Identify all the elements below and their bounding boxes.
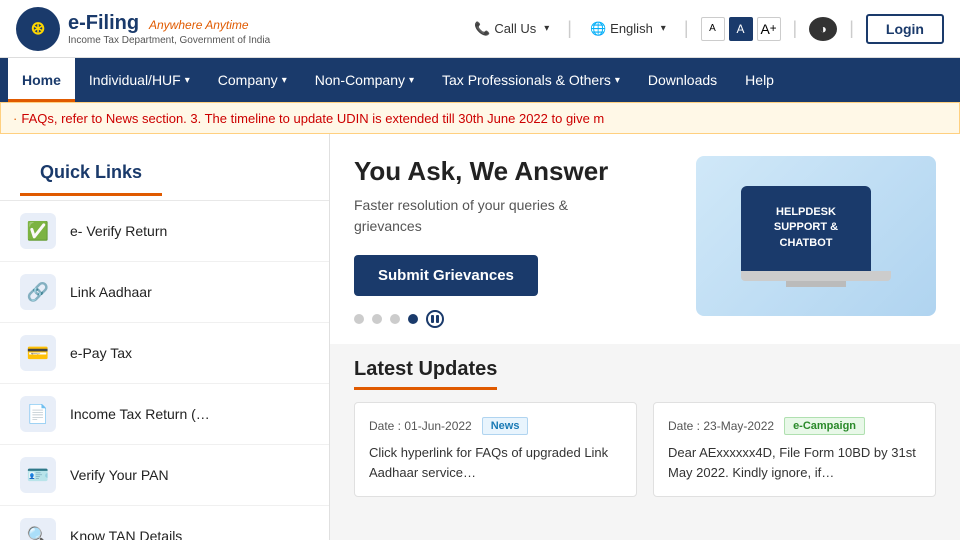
divider: | [684, 18, 689, 39]
latest-updates-title: Latest Updates [354, 358, 497, 390]
call-us-button[interactable]: 📞 Call Us ▾ [468, 17, 555, 41]
laptop-graphic: HELPDESKSUPPORT &CHATBOT [741, 186, 891, 287]
update-text-2: Dear AExxxxxx4D, File Form 10BD by 31st … [668, 443, 921, 482]
logo-dept: Income Tax Department, Government of Ind… [68, 35, 270, 46]
carousel-pause-button[interactable] [426, 310, 444, 328]
right-content: You Ask, We Answer Faster resolution of … [330, 134, 960, 540]
updates-grid: Date : 01-Jun-2022 News Click hyperlink … [354, 402, 936, 497]
nav-item-company[interactable]: Company ▾ [204, 58, 301, 102]
laptop-stand [786, 281, 846, 287]
tan-icon: 🔍 [20, 518, 56, 540]
header-controls: 📞 Call Us ▾ | 🌐 English ▾ | A A A+ | ◑ |… [468, 14, 944, 44]
language-button[interactable]: 🌐 English ▾ [584, 17, 672, 41]
laptop-base [741, 271, 891, 281]
epay-icon: 💳 [20, 335, 56, 371]
font-medium-button[interactable]: A [729, 17, 753, 41]
nav-item-tax-professionals[interactable]: Tax Professionals & Others ▾ [428, 58, 634, 102]
update-card-1: Date : 01-Jun-2022 News Click hyperlink … [354, 402, 637, 497]
hero-section: You Ask, We Answer Faster resolution of … [330, 134, 960, 344]
phone-icon: 📞 [474, 21, 490, 37]
ticker-dot: · [13, 111, 17, 126]
sidebar-title: Quick Links [20, 148, 162, 196]
logo-emblem: ⊛ [16, 7, 60, 51]
hero-image: HELPDESKSUPPORT &CHATBOT [696, 156, 936, 316]
divider: | [849, 18, 854, 39]
sidebar-item-everify[interactable]: ✅ e- Verify Return [0, 201, 329, 262]
submit-grievances-button[interactable]: Submit Grievances [354, 255, 538, 296]
chevron-down-icon: ▾ [544, 23, 549, 34]
update-card-2: Date : 23-May-2022 e-Campaign Dear AExxx… [653, 402, 936, 497]
chevron-down-icon: ▾ [282, 75, 287, 86]
update-badge-ecampaign: e-Campaign [784, 417, 865, 435]
sidebar-item-itr[interactable]: 📄 Income Tax Return (… [0, 384, 329, 445]
nav-item-home[interactable]: Home [8, 58, 75, 102]
carousel-dot-1[interactable] [354, 314, 364, 324]
carousel-dot-2[interactable] [372, 314, 382, 324]
update-meta-2: Date : 23-May-2022 e-Campaign [668, 417, 921, 435]
main-nav: Home Individual/HUF ▾ Company ▾ Non-Comp… [0, 58, 960, 102]
nav-item-individual[interactable]: Individual/HUF ▾ [75, 58, 204, 102]
chevron-down-icon: ▾ [409, 75, 414, 86]
itr-icon: 📄 [20, 396, 56, 432]
contrast-button[interactable]: ◑ [809, 17, 837, 41]
sidebar-item-epay[interactable]: 💳 e-Pay Tax [0, 323, 329, 384]
divider: | [567, 18, 572, 39]
carousel-dot-3[interactable] [390, 314, 400, 324]
update-date-2: Date : 23-May-2022 [668, 419, 774, 433]
pause-bar-right [436, 315, 439, 323]
hero-subtitle: Faster resolution of your queries &griev… [354, 195, 676, 237]
sidebar-title-wrap: Quick Links [0, 134, 329, 201]
divider: | [793, 18, 798, 39]
header: ⊛ e-Filing Anywhere Anytime Income Tax D… [0, 0, 960, 58]
chevron-down-icon: ▾ [615, 75, 620, 86]
font-small-button[interactable]: A [701, 17, 725, 41]
verify-return-icon: ✅ [20, 213, 56, 249]
hero-title: You Ask, We Answer [354, 156, 676, 187]
logo-text: e-Filing Anywhere Anytime Income Tax Dep… [68, 12, 270, 46]
link-aadhaar-icon: 🔗 [20, 274, 56, 310]
font-size-controls: A A A+ [701, 17, 781, 41]
update-meta-1: Date : 01-Jun-2022 News [369, 417, 622, 435]
carousel-dots [354, 310, 676, 328]
logo-title: e-Filing Anywhere Anytime [68, 12, 270, 35]
chevron-down-icon: ▾ [185, 75, 190, 86]
sidebar-item-know-tan[interactable]: 🔍 Know TAN Details [0, 506, 329, 540]
pause-bar-left [431, 315, 434, 323]
nav-item-non-company[interactable]: Non-Company ▾ [301, 58, 428, 102]
news-ticker: · FAQs, refer to News section. 3. The ti… [0, 102, 960, 134]
contrast-icon: ◑ [820, 22, 827, 36]
main-content: Quick Links ✅ e- Verify Return 🔗 Link Aa… [0, 134, 960, 540]
latest-section: Latest Updates Date : 01-Jun-2022 News C… [330, 344, 960, 540]
font-large-button[interactable]: A+ [757, 17, 781, 41]
sidebar: Quick Links ✅ e- Verify Return 🔗 Link Aa… [0, 134, 330, 540]
login-button[interactable]: Login [866, 14, 944, 44]
carousel-dot-4[interactable] [408, 314, 418, 324]
nav-item-downloads[interactable]: Downloads [634, 58, 731, 102]
update-badge-news: News [482, 417, 529, 435]
nav-item-help[interactable]: Help [731, 58, 788, 102]
sidebar-item-verify-pan[interactable]: 🪪 Verify Your PAN [0, 445, 329, 506]
update-date-1: Date : 01-Jun-2022 [369, 419, 472, 433]
ticker-text: FAQs, refer to News section. 3. The time… [21, 111, 604, 126]
sidebar-item-link-aadhaar[interactable]: 🔗 Link Aadhaar [0, 262, 329, 323]
logo-area: ⊛ e-Filing Anywhere Anytime Income Tax D… [16, 7, 270, 51]
hero-text: You Ask, We Answer Faster resolution of … [354, 156, 676, 328]
pan-icon: 🪪 [20, 457, 56, 493]
laptop-screen: HELPDESKSUPPORT &CHATBOT [741, 186, 871, 271]
globe-icon: 🌐 [590, 21, 606, 37]
update-text-1: Click hyperlink for FAQs of upgraded Lin… [369, 443, 622, 482]
chevron-down-icon: ▾ [661, 23, 666, 34]
